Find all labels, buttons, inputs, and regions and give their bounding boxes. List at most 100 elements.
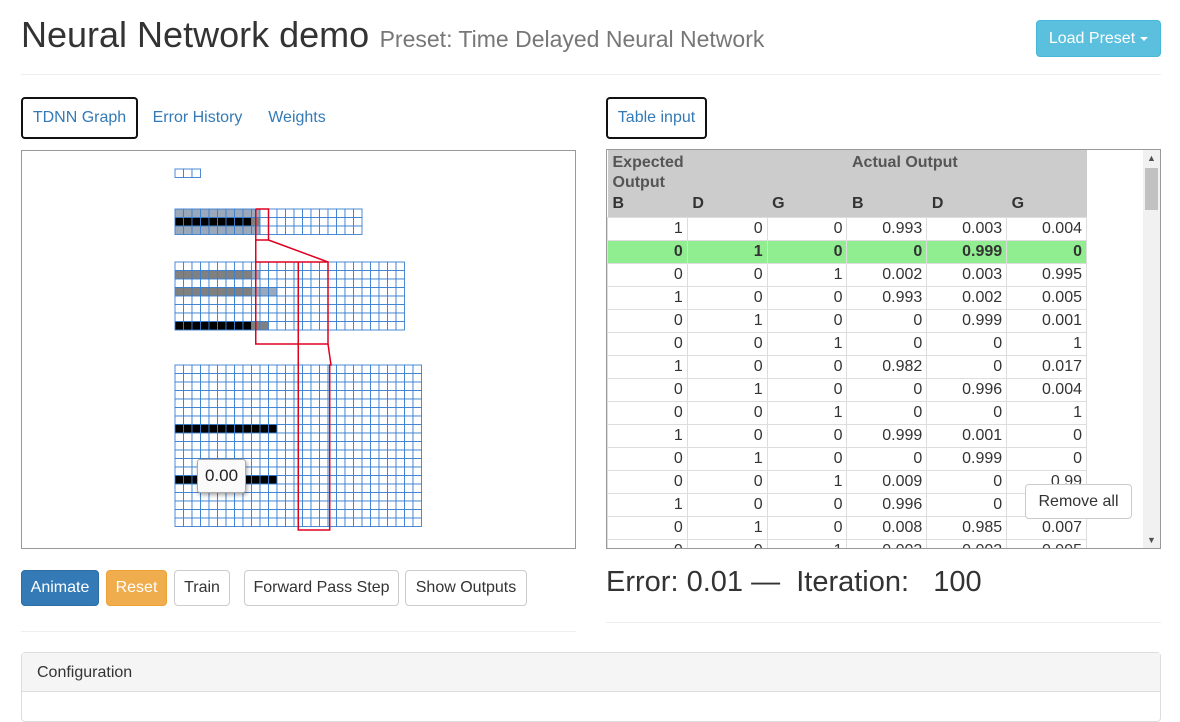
table-row[interactable]: 0010.0030.0020.995 xyxy=(607,538,1087,548)
table-cell[interactable]: 0.003 xyxy=(846,538,928,548)
table-cell[interactable]: 0 xyxy=(686,354,768,379)
table-cell[interactable]: 1 xyxy=(686,239,768,264)
table-cell[interactable]: 1 xyxy=(766,331,848,356)
scroll-up-icon[interactable]: ▲ xyxy=(1143,150,1160,166)
table-cell[interactable]: 0 xyxy=(607,515,688,540)
table-cell[interactable]: 0 xyxy=(607,446,688,471)
table-cell[interactable]: 0 xyxy=(1006,423,1087,448)
table-cell[interactable]: 0 xyxy=(926,469,1008,494)
table-row[interactable]: 1 0 0 0.993 0.003 0.004 xyxy=(607,216,1087,241)
table-cell[interactable]: 0 xyxy=(846,331,928,356)
table-cell[interactable]: 0.985 xyxy=(926,515,1008,540)
table-cell[interactable]: 0.009 xyxy=(846,469,928,494)
configuration-header[interactable]: Configuration xyxy=(22,653,1160,692)
table-cell[interactable]: 0 xyxy=(766,308,848,333)
table-row[interactable]: 0 1 0 0 0.999 0 xyxy=(607,446,1087,471)
table-cell[interactable]: 0 xyxy=(607,331,688,356)
table-cell[interactable]: 0.002 xyxy=(926,285,1008,310)
table-cell[interactable]: 1 xyxy=(607,285,688,310)
animate-button[interactable]: Animate xyxy=(21,570,99,606)
table-cell[interactable]: 0.003 xyxy=(926,262,1008,287)
table-cell[interactable]: 0.995 xyxy=(1006,538,1087,548)
train-button[interactable]: Train xyxy=(174,570,230,606)
table-scrollbar[interactable]: ▲ ▼ xyxy=(1143,150,1160,548)
forward-pass-step-button[interactable]: Forward Pass Step xyxy=(244,570,399,606)
table-cell[interactable]: 0.007 xyxy=(1006,515,1087,540)
table-row[interactable]: 001001 xyxy=(607,400,1087,425)
table-cell[interactable]: 0.993 xyxy=(846,285,928,310)
table-cell[interactable]: 0 xyxy=(686,285,768,310)
tab-error-history[interactable]: Error History xyxy=(145,97,250,139)
table-row[interactable]: 1 0 0 0.982 0 0.017 xyxy=(607,354,1087,379)
table-cell[interactable]: 1 xyxy=(686,377,768,402)
table-cell[interactable]: 0.002 xyxy=(926,538,1008,548)
table-row[interactable]: 0 1 0 0 0.999 0.001 xyxy=(607,308,1087,333)
table-cell[interactable]: 0.996 xyxy=(926,377,1008,402)
table-cell[interactable]: 0 xyxy=(766,285,848,310)
table-cell[interactable]: 0.017 xyxy=(1006,354,1087,379)
table-cell[interactable]: 0 xyxy=(607,469,688,494)
table-cell[interactable]: 0 xyxy=(766,423,848,448)
table-cell[interactable]: 0.004 xyxy=(1006,216,1087,241)
table-cell[interactable]: 0 xyxy=(686,400,768,425)
table-cell[interactable]: 1 xyxy=(766,469,848,494)
reset-button[interactable]: Reset xyxy=(106,570,167,606)
table-cell[interactable]: 0 xyxy=(1006,446,1087,471)
table-cell[interactable]: 0 xyxy=(766,492,848,517)
table-cell[interactable]: 0.004 xyxy=(1006,377,1087,402)
table-cell[interactable]: 1 xyxy=(686,446,768,471)
table-cell[interactable]: 1 xyxy=(686,515,768,540)
table-cell[interactable]: 0.008 xyxy=(846,515,928,540)
scroll-down-icon[interactable]: ▼ xyxy=(1143,532,1160,548)
table-row[interactable]: 1 0 0 0.999 0.001 0 xyxy=(607,423,1087,448)
table-cell[interactable]: 0 xyxy=(686,423,768,448)
table-cell[interactable]: 0.001 xyxy=(926,423,1008,448)
table-cell[interactable]: 1 xyxy=(607,354,688,379)
table-cell[interactable]: 0 xyxy=(686,216,768,241)
table-cell[interactable]: 0.005 xyxy=(1006,285,1087,310)
table-cell[interactable]: 0.999 xyxy=(926,239,1008,264)
table-cell[interactable]: 1 xyxy=(766,400,848,425)
table-cell[interactable]: 1 xyxy=(766,262,848,287)
table-cell[interactable]: 0 xyxy=(846,446,928,471)
table-cell[interactable]: 0.003 xyxy=(926,216,1008,241)
table-cell[interactable]: 0 xyxy=(686,331,768,356)
table-cell[interactable]: 0 xyxy=(686,469,768,494)
table-cell[interactable]: 0 xyxy=(766,446,848,471)
table-row[interactable]: 0 0 1 0.009 0 0.99 xyxy=(607,469,1087,494)
table-cell[interactable]: 0 xyxy=(926,492,1008,517)
table-cell[interactable]: 0.999 xyxy=(846,423,928,448)
table-cell[interactable]: 1 xyxy=(1006,400,1087,425)
table-cell[interactable]: 0 xyxy=(607,239,688,264)
table-cell[interactable]: 0 xyxy=(846,377,928,402)
table-cell[interactable]: 1 xyxy=(607,492,688,517)
table-cell[interactable]: 0 xyxy=(766,377,848,402)
table-cell[interactable]: 0 xyxy=(926,400,1008,425)
table-row[interactable]: 1 0 0 0.993 0.002 0.005 xyxy=(607,285,1087,310)
table-cell[interactable]: 0 xyxy=(846,239,928,264)
table-cell[interactable]: 0 xyxy=(686,538,768,548)
table-cell[interactable]: 0 xyxy=(766,216,848,241)
show-outputs-button[interactable]: Show Outputs xyxy=(405,570,527,606)
table-cell[interactable]: 0 xyxy=(926,331,1008,356)
remove-all-button[interactable]: Remove all xyxy=(1025,484,1132,519)
tab-tdnn-graph[interactable]: TDNN Graph xyxy=(21,97,138,139)
table-cell[interactable]: 0 xyxy=(926,354,1008,379)
table-cell[interactable]: 0 xyxy=(766,515,848,540)
table-cell[interactable]: 0.993 xyxy=(846,216,928,241)
table-row[interactable]: 0 0 1 0.002 0.003 0.995 xyxy=(607,262,1087,287)
table-cell[interactable]: 0 xyxy=(686,492,768,517)
table-cell[interactable]: 0.001 xyxy=(1006,308,1087,333)
tdnn-graph-canvas[interactable] xyxy=(22,151,576,549)
table-cell[interactable]: 1 xyxy=(686,308,768,333)
load-preset-button[interactable]: Load Preset xyxy=(1036,20,1161,57)
table-row[interactable]: 001001 xyxy=(607,331,1087,356)
table-row[interactable]: 0 1 0 0 0.999 0 xyxy=(607,239,1087,264)
table-cell[interactable]: 0 xyxy=(607,262,688,287)
table-cell[interactable]: 1 xyxy=(766,538,848,548)
table-cell[interactable]: 0.982 xyxy=(846,354,928,379)
table-row[interactable]: 0 1 0 0 0.996 0.004 xyxy=(607,377,1087,402)
table-cell[interactable]: 0.996 xyxy=(846,492,928,517)
table-cell[interactable]: 0 xyxy=(607,538,688,548)
table-cell[interactable]: 0 xyxy=(607,308,688,333)
